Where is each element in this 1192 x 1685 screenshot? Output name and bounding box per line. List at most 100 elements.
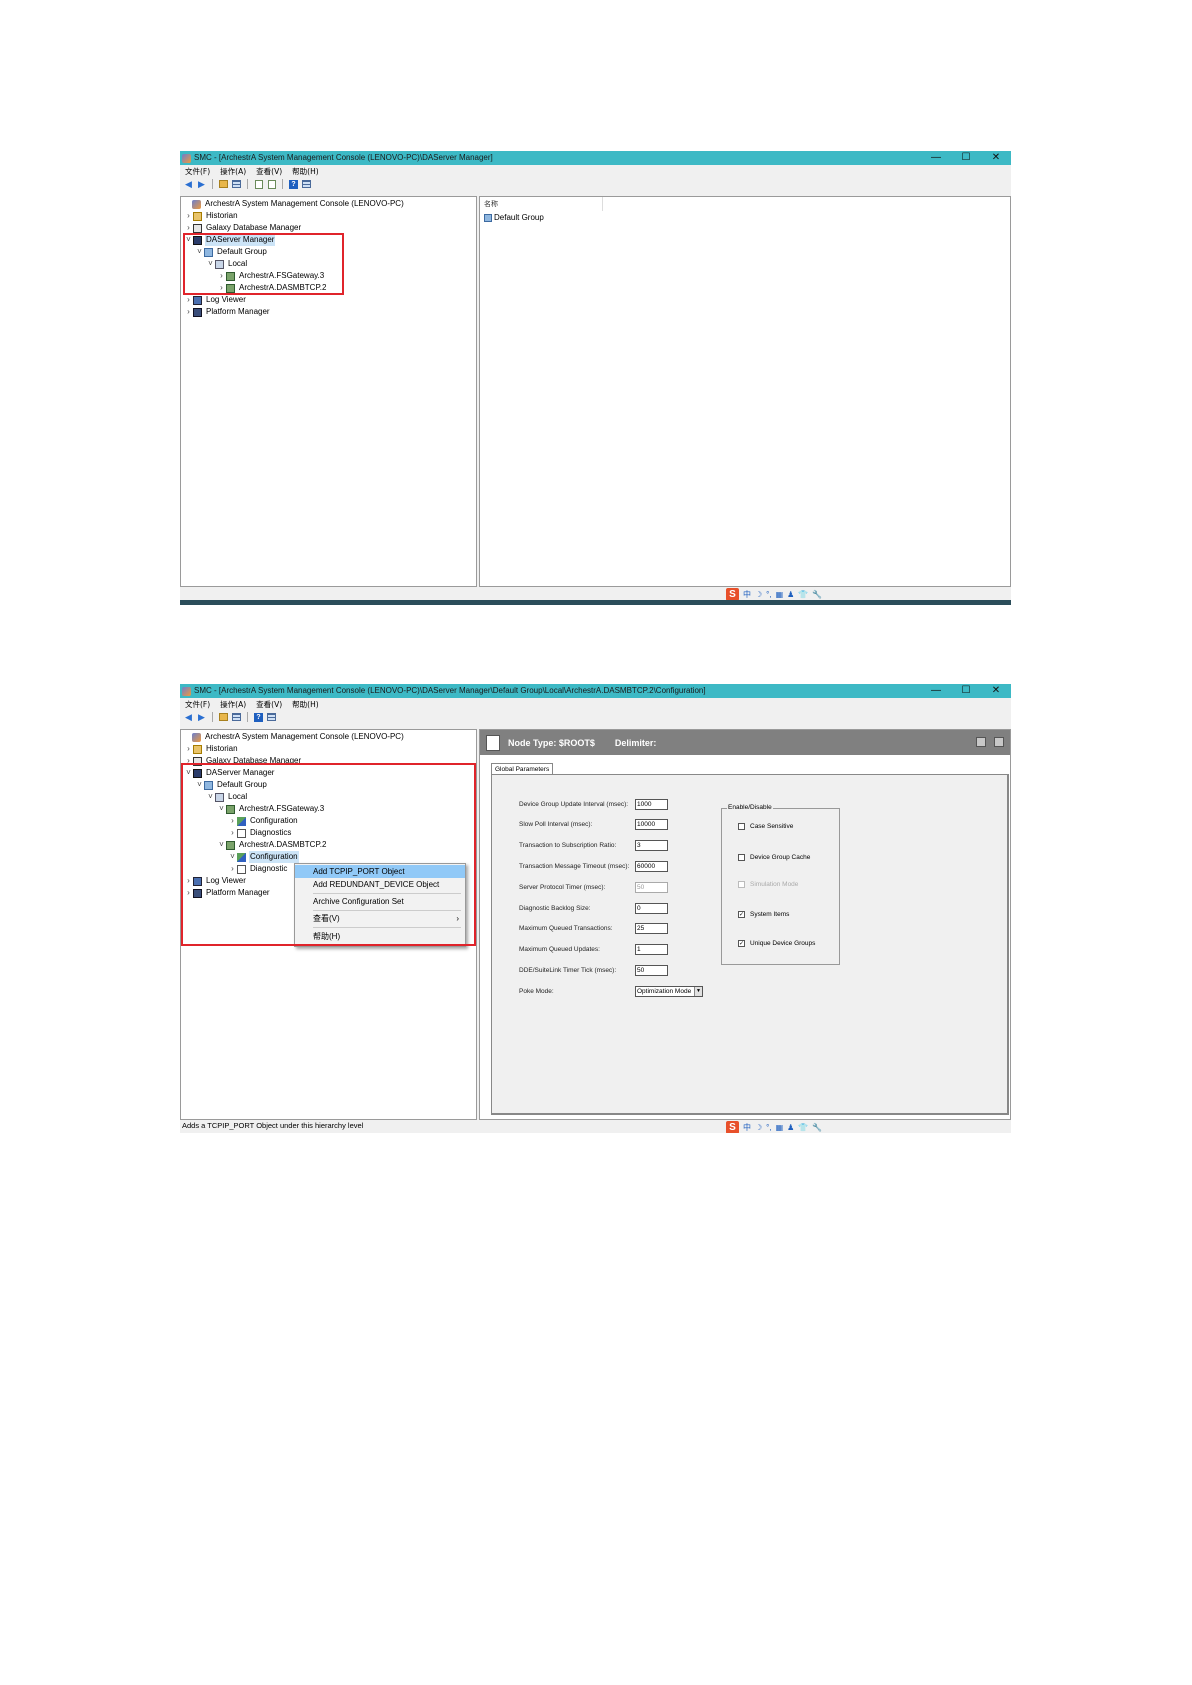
checkbox-box (738, 881, 745, 888)
menu-view[interactable]: 查看(V) (256, 166, 282, 177)
minimize-button[interactable]: — (921, 151, 951, 165)
param-label: Transaction Message Timeout (msec): (519, 863, 630, 870)
action-pane-button[interactable] (301, 179, 312, 190)
help-button[interactable]: ? (288, 179, 299, 190)
menu-file[interactable]: 文件(F) (185, 699, 210, 710)
show-tree-button[interactable] (231, 712, 242, 723)
toolbar: ◀ ▶ ? (180, 710, 1011, 724)
column-divider[interactable] (602, 197, 603, 211)
tree-label: Historian (206, 211, 238, 220)
tree-item-historian[interactable]: › Historian (184, 210, 239, 222)
title-bar[interactable]: SMC - [ArchestrA System Management Conso… (180, 151, 1011, 165)
tree-item-log-viewer[interactable]: › Log Viewer (184, 294, 247, 306)
transaction-timeout-input[interactable]: 60000 (635, 861, 668, 872)
database-icon (193, 223, 202, 233)
max-queued-updates-input[interactable]: 1 (635, 944, 668, 955)
checkbox-label: Case Sensitive (750, 823, 794, 830)
chevron-right-icon[interactable]: › (184, 294, 193, 306)
back-arrow-icon[interactable]: ◀ (183, 712, 194, 723)
enable-disable-group: Enable/Disable Case Sensitive Device Gro… (721, 804, 840, 965)
chinese-mode-icon[interactable]: 中 (743, 589, 751, 600)
restore-button[interactable]: ☐ (951, 684, 981, 698)
title-bar[interactable]: SMC - [ArchestrA System Management Conso… (180, 684, 1011, 698)
user-icon[interactable]: ♟ (787, 590, 794, 599)
close-button[interactable]: ✕ (981, 151, 1011, 165)
chinese-mode-icon[interactable]: 中 (743, 1122, 751, 1133)
dde-suitelink-timer-input[interactable]: 50 (635, 965, 668, 976)
device-group-update-interval-input[interactable]: 1000 (635, 799, 668, 810)
user-icon[interactable]: ♟ (787, 1123, 794, 1132)
chevron-right-icon[interactable]: › (184, 210, 193, 222)
sogou-logo-icon[interactable]: S (726, 587, 739, 601)
chevron-right-icon[interactable]: › (184, 743, 193, 755)
sogou-logo-icon[interactable]: S (726, 1120, 739, 1133)
platform-icon (193, 307, 202, 317)
system-items-checkbox[interactable]: ✓ System Items (738, 911, 789, 918)
menu-action[interactable]: 操作(A) (220, 699, 246, 710)
refresh-button[interactable] (253, 179, 264, 190)
menu-view[interactable]: 查看(V) (256, 699, 282, 710)
punctuation-icon[interactable]: °, (766, 590, 771, 599)
list-item-default-group[interactable]: Default Group (484, 213, 544, 222)
skin-icon[interactable]: 👕 (798, 590, 808, 599)
group-title: Enable/Disable (727, 804, 773, 811)
poke-mode-select[interactable]: Optimization Mode ▼ (635, 986, 703, 997)
menu-help[interactable]: 帮助(H) (292, 166, 319, 177)
punctuation-icon[interactable]: °, (766, 1123, 771, 1132)
help-icon: ? (254, 712, 263, 722)
chevron-right-icon[interactable]: › (184, 306, 193, 318)
wrench-icon[interactable]: 🔧 (812, 590, 822, 599)
console-tree: ArchestrA System Management Console (LEN… (180, 729, 477, 1120)
refresh-icon (254, 179, 263, 189)
menu-help[interactable]: 帮助(H) (292, 699, 319, 710)
forward-arrow-icon[interactable]: ▶ (196, 712, 207, 723)
configuration-pane: Node Type: $ROOT$ Delimiter: Global Para… (479, 729, 1011, 1120)
transaction-ratio-input[interactable]: 3 (635, 840, 668, 851)
menu-action[interactable]: 操作(A) (220, 166, 246, 177)
minimize-button[interactable]: — (921, 684, 951, 698)
tree-label: ArchestrA System Management Console (LEN… (205, 732, 404, 741)
back-arrow-icon[interactable]: ◀ (183, 179, 194, 190)
tree-label: Platform Manager (206, 307, 270, 316)
device-group-cache-checkbox[interactable]: Device Group Cache (738, 854, 810, 861)
diagnostic-backlog-input[interactable]: 0 (635, 903, 668, 914)
up-folder-button[interactable] (218, 179, 229, 190)
moon-icon[interactable]: ☽ (755, 1123, 762, 1132)
max-queued-transactions-input[interactable]: 25 (635, 923, 668, 934)
restore-button[interactable]: ☐ (951, 151, 981, 165)
forward-arrow-icon[interactable]: ▶ (196, 179, 207, 190)
keyboard-icon[interactable]: ▦ (776, 1123, 784, 1132)
checkmark-icon: ✓ (738, 940, 745, 947)
param-label: Transaction to Subscription Ratio: (519, 842, 617, 849)
tree-item-platform[interactable]: › Platform Manager (184, 306, 271, 318)
tree-item-historian[interactable]: › Historian (184, 743, 239, 755)
moon-icon[interactable]: ☽ (755, 590, 762, 599)
show-tree-button[interactable] (231, 179, 242, 190)
menu-file[interactable]: 文件(F) (185, 166, 210, 177)
skin-icon[interactable]: 👕 (798, 1123, 808, 1132)
smc-app-icon (182, 686, 191, 696)
case-sensitive-checkbox[interactable]: Case Sensitive (738, 823, 793, 830)
tree-item-root[interactable]: ArchestrA System Management Console (LEN… (183, 198, 405, 210)
unique-device-groups-checkbox[interactable]: ✓ Unique Device Groups (738, 940, 815, 947)
console-tree-icon (232, 180, 241, 188)
help-button[interactable]: ? (253, 712, 264, 723)
wrench-icon[interactable]: 🔧 (812, 1123, 822, 1132)
keyboard-icon[interactable]: ▦ (776, 590, 784, 599)
checkbox-label: Simulation Mode (750, 881, 799, 888)
taskbar-strip (180, 600, 1011, 605)
close-button[interactable]: ✕ (981, 684, 1011, 698)
lock-icon[interactable] (976, 737, 986, 747)
column-header-name[interactable]: 名称 (484, 199, 498, 209)
action-pane-button[interactable] (266, 712, 277, 723)
list-item-label: Default Group (494, 213, 544, 222)
save-icon[interactable] (994, 737, 1004, 747)
slow-poll-interval-input[interactable]: 10000 (635, 819, 668, 830)
chevron-down-icon[interactable]: ▼ (694, 987, 702, 996)
toolbar-separator (282, 179, 283, 189)
up-folder-button[interactable] (218, 712, 229, 723)
smc-icon (192, 732, 201, 742)
tree-item-root[interactable]: ArchestrA System Management Console (LEN… (183, 731, 405, 743)
export-button[interactable] (266, 179, 277, 190)
node-header: Node Type: $ROOT$ Delimiter: (480, 730, 1010, 755)
